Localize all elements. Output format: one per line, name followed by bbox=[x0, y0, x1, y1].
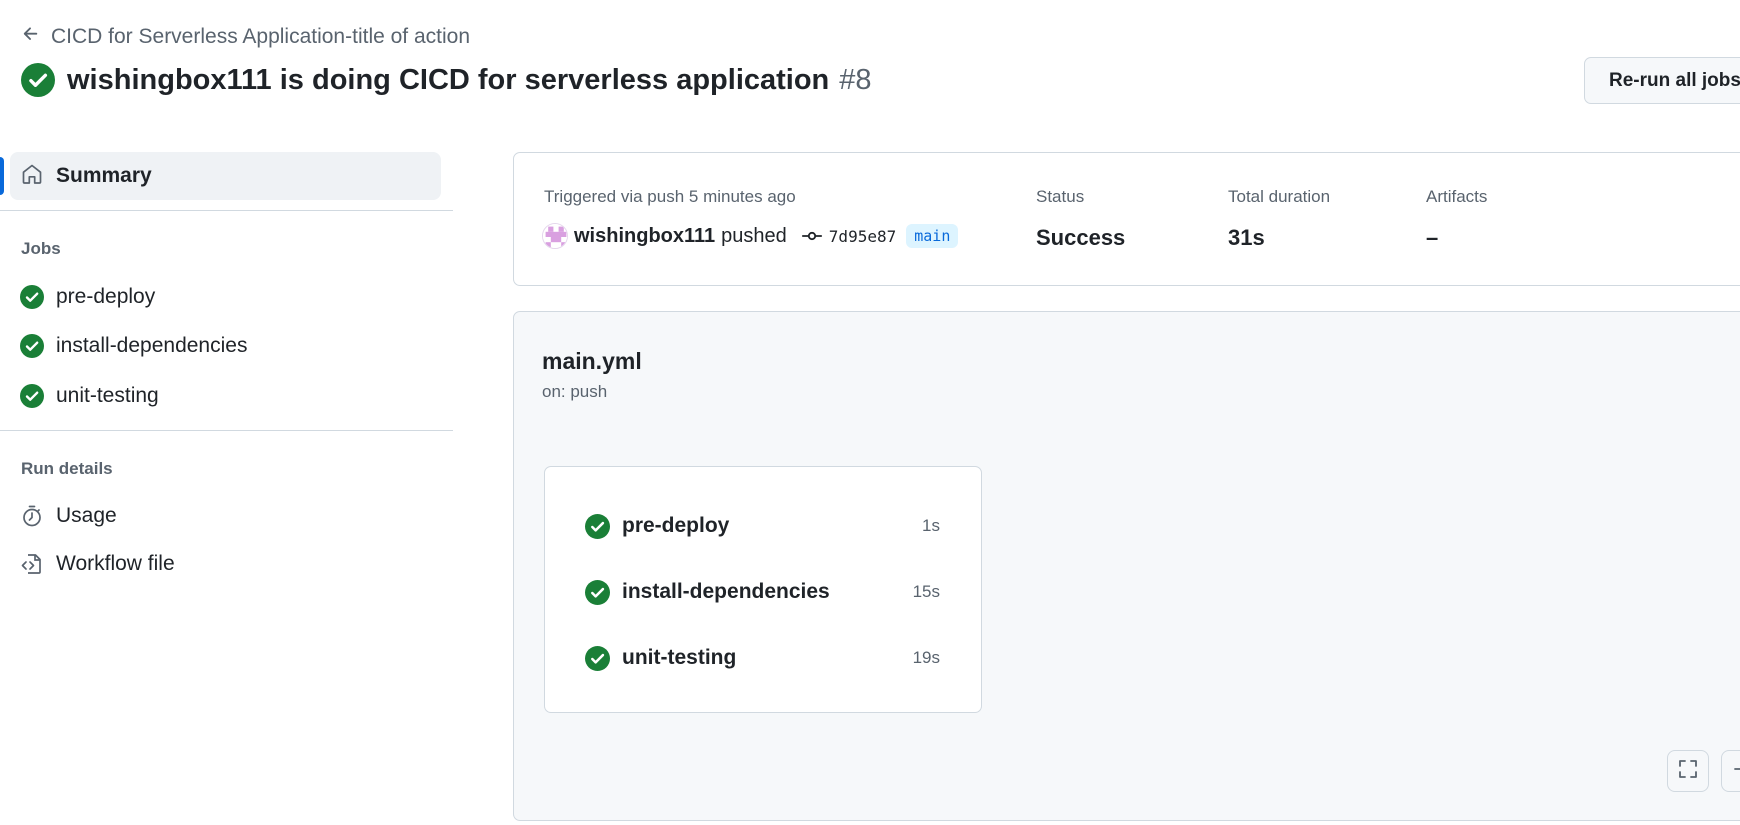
graph-job-pre-deploy[interactable]: pre-deploy 1s bbox=[585, 512, 940, 540]
sidebar-item-label: Workflow file bbox=[56, 552, 175, 575]
home-icon bbox=[20, 162, 44, 191]
status-label: Status bbox=[1036, 187, 1085, 206]
page-title-text: wishingbox111 is doing CICD for serverle… bbox=[67, 63, 830, 96]
action-text: pushed bbox=[721, 224, 787, 247]
rerun-all-jobs-button[interactable]: Re-run all jobs bbox=[1584, 57, 1740, 104]
check-circle-icon bbox=[585, 513, 610, 539]
file-code-icon bbox=[20, 552, 44, 576]
nav-selected-indicator bbox=[0, 157, 4, 195]
sidebar-divider bbox=[0, 210, 453, 211]
check-circle-icon bbox=[21, 63, 55, 97]
actor-link[interactable]: wishingbox111 bbox=[574, 225, 715, 248]
job-name: install-dependencies bbox=[622, 580, 830, 603]
run-summary-card: Triggered via push 5 minutes ago wishing… bbox=[513, 152, 1740, 286]
job-duration: 19s bbox=[912, 648, 940, 667]
check-circle-icon bbox=[585, 579, 610, 605]
sidebar-item-usage[interactable]: Usage bbox=[20, 504, 117, 528]
graph-job-install-dependencies[interactable]: install-dependencies 15s bbox=[585, 578, 940, 606]
workflow-trigger: on: push bbox=[542, 382, 608, 401]
zoom-out-button[interactable] bbox=[1721, 750, 1740, 792]
sidebar-divider bbox=[0, 430, 453, 431]
back-breadcrumb-link[interactable]: CICD for Serverless Application-title of… bbox=[21, 24, 470, 49]
fullscreen-button[interactable] bbox=[1667, 750, 1709, 792]
trigger-text: Triggered via push 5 minutes ago bbox=[544, 187, 796, 206]
sidebar-item-workflow-file[interactable]: Workflow file bbox=[20, 552, 175, 576]
sidebar-job-unit-testing[interactable]: unit-testing bbox=[20, 384, 159, 408]
page-title-row: wishingbox111 is doing CICD for serverle… bbox=[21, 63, 872, 97]
avatar[interactable] bbox=[542, 223, 568, 249]
job-group: pre-deploy 1s install-dependencies 15s u… bbox=[544, 466, 982, 713]
duration-value: 31s bbox=[1228, 225, 1265, 250]
workflow-graph-card: main.yml on: push pre-deploy 1s install-… bbox=[513, 311, 1740, 821]
sidebar-item-label: Summary bbox=[56, 164, 152, 187]
check-circle-icon bbox=[20, 334, 44, 358]
job-name: unit-testing bbox=[622, 646, 737, 669]
graph-job-unit-testing[interactable]: unit-testing 19s bbox=[585, 644, 940, 672]
sidebar-job-install-dependencies[interactable]: install-dependencies bbox=[20, 334, 247, 358]
check-circle-icon bbox=[585, 645, 610, 671]
status-value: Success bbox=[1036, 225, 1126, 250]
sidebar-job-label: unit-testing bbox=[56, 384, 159, 407]
job-duration: 15s bbox=[912, 582, 940, 601]
job-name: pre-deploy bbox=[622, 514, 730, 537]
duration-label: Total duration bbox=[1228, 187, 1331, 206]
expand-icon bbox=[1676, 757, 1700, 786]
workflow-file-name: main.yml bbox=[542, 348, 642, 374]
stopwatch-icon bbox=[20, 504, 44, 528]
check-circle-icon bbox=[20, 285, 44, 309]
commit-sha-link[interactable]: 7d95e87 bbox=[829, 227, 896, 246]
artifacts-value: – bbox=[1426, 225, 1439, 250]
job-duration: 1s bbox=[922, 516, 940, 535]
check-circle-icon bbox=[20, 384, 44, 408]
breadcrumb-label[interactable]: CICD for Serverless Application-title of… bbox=[51, 25, 470, 49]
trigger-row: wishingbox111 pushed 7d95e87 main bbox=[542, 223, 959, 249]
sidebar-job-label: pre-deploy bbox=[56, 285, 156, 308]
sidebar-job-label: install-dependencies bbox=[56, 334, 248, 357]
arrow-left-icon bbox=[21, 24, 41, 49]
git-commit-icon bbox=[801, 225, 823, 247]
page-title: wishingbox111 is doing CICD for serverle… bbox=[67, 64, 872, 97]
minus-icon bbox=[1730, 757, 1740, 786]
sidebar-item-label: Usage bbox=[56, 504, 117, 527]
artifacts-label: Artifacts bbox=[1426, 187, 1488, 206]
jobs-heading: Jobs bbox=[21, 239, 61, 258]
sidebar-job-pre-deploy[interactable]: pre-deploy bbox=[20, 285, 155, 309]
sidebar-item-summary[interactable]: Summary bbox=[10, 152, 441, 200]
branch-label[interactable]: main bbox=[906, 224, 959, 248]
run-details-heading: Run details bbox=[21, 459, 113, 478]
run-number: #8 bbox=[839, 63, 872, 96]
